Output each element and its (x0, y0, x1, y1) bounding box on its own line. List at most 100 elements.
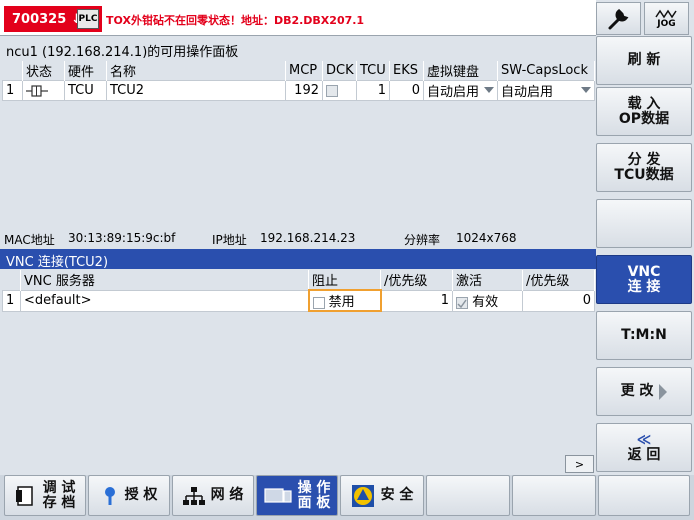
chevron-down-icon (484, 87, 494, 93)
empty-softkey-h7[interactable] (512, 475, 596, 516)
table-row[interactable]: 1 TCU TCU2 192 1 0 自动启用 自动启用 (2, 80, 595, 101)
debug-label-2: 存 档 (42, 494, 76, 511)
vnc-priority-1[interactable]: 1 (380, 289, 453, 312)
vnc-table-header: VNC 服务器 阻止 /优先级 激活 /优先级 (2, 270, 595, 290)
plc-badge: PLC (77, 9, 99, 29)
sw-capslock-dropdown[interactable]: 自动启用 (497, 80, 595, 101)
operator-panel-button[interactable]: 操 作面 板 (256, 475, 338, 516)
block-label: 禁用 (328, 295, 355, 310)
resolution-label: 分辨率 (404, 233, 441, 247)
vnc-priority-2[interactable]: 0 (522, 289, 595, 312)
scroll-right-button[interactable]: > (565, 455, 594, 473)
virtual-keyboard-value: 自动启用 (427, 85, 480, 100)
auth-label: 授 权 (124, 487, 158, 503)
safety-icon (351, 484, 375, 508)
authorization-button[interactable]: 授 权 (88, 475, 170, 516)
vnc-table: VNC 服务器 阻止 /优先级 激活 /优先级 1 <default> 禁用 1… (2, 270, 595, 312)
jog-wave-icon (654, 9, 677, 18)
change-button[interactable]: 更 改 (596, 367, 692, 416)
vertical-softkey-bar: JOG 刷 新 载 入 OP数据 分 发 TCU数据 VNC 连 接 T:M:N 更 … (596, 0, 694, 520)
panel-title: ncu1 (192.168.214.1)的可用操作面板 (0, 37, 596, 60)
table-row[interactable]: 1 <default> 禁用 1 有效 0 (2, 289, 595, 312)
col-header-status: 状态 (22, 61, 65, 81)
dist-label-1: 分 发 (627, 151, 661, 168)
active-checkbox[interactable] (456, 296, 468, 309)
network-label: 网 络 (210, 487, 244, 503)
vnc-connection-button[interactable]: VNC 连 接 (596, 255, 692, 304)
col-header-eks: EKS (389, 61, 424, 81)
refresh-button[interactable]: 刷 新 (596, 36, 692, 85)
ip-value: 192.168.214.23 (260, 231, 356, 245)
tcu-table: 状态 硬件 名称 MCP DCK TCU EKS 虚拟键盘 SW-CapsLoc… (2, 61, 595, 101)
col-header-virtual-keyboard: 虚拟键盘 (423, 61, 498, 81)
safety-label: 安 全 (380, 487, 414, 503)
col-header-hardware: 硬件 (64, 61, 107, 81)
debug-label: 调 试存 档 (42, 480, 76, 511)
main-area: 700325 ↓ PLC TOX外钳砧不在回零状态！地址：DB2.DBX207.… (0, 0, 596, 475)
panel-icon (263, 487, 292, 505)
vnc-active-cell[interactable]: 有效 (452, 289, 523, 312)
sw-capslock-value: 自动启用 (501, 85, 554, 100)
vnc-col-priority-2: /优先级 (522, 270, 595, 290)
network-icon (182, 486, 205, 506)
alarm-message[interactable]: TOX外钳砧不在回零状态！地址：DB2.DBX207.1 (106, 12, 364, 28)
tcu-connection-icon (26, 84, 48, 97)
row-dck[interactable] (322, 80, 357, 101)
tcu-table-header: 状态 硬件 名称 MCP DCK TCU EKS 虚拟键盘 SW-CapsLoc… (2, 61, 595, 81)
empty-softkey-h8[interactable] (598, 475, 690, 516)
wrench-button[interactable] (596, 2, 641, 35)
jog-button[interactable]: JOG (644, 2, 689, 35)
active-label: 有效 (472, 295, 499, 310)
vnc-server[interactable]: <default> (20, 289, 309, 312)
col-header-mcp: MCP (285, 61, 323, 81)
tmn-button[interactable]: T:M:N (596, 311, 692, 360)
block-checkbox[interactable] (312, 296, 325, 309)
empty-softkey-h6[interactable] (426, 475, 510, 516)
vnc-col-block: 阻止 (308, 270, 381, 290)
load-op-data-button[interactable]: 载 入 OP数据 (596, 87, 692, 136)
tcu-info-line: MAC地址 30:13:89:15:9c:bf IP地址 192.168.214… (4, 230, 594, 248)
row-hardware: TCU (64, 80, 107, 101)
debug-archive-button[interactable]: 调 试存 档 (4, 475, 86, 516)
col-header-tcu: TCU (356, 61, 390, 81)
ip-label: IP地址 (212, 233, 247, 247)
jog-label: JOG (657, 18, 676, 29)
empty-softkey-4[interactable] (596, 199, 692, 248)
row-eks[interactable]: 0 (389, 80, 424, 101)
dist-label-2: TCU数据 (614, 166, 674, 183)
top-icon-row: JOG (596, 0, 692, 36)
safety-button[interactable]: 安 全 (340, 475, 424, 516)
key-icon (101, 485, 119, 507)
col-header-dck: DCK (322, 61, 357, 81)
back-button[interactable]: ≪ 返 回 (596, 423, 692, 472)
op-label-2: 面 板 (297, 494, 331, 511)
vnc-row-index: 1 (2, 289, 21, 312)
horizontal-softkey-bar: 调 试存 档 授 权 网 络 操 作面 板 安 全 (0, 475, 694, 520)
row-index: 1 (2, 80, 23, 101)
refresh-label: 刷 新 (627, 52, 661, 68)
dck-checkbox[interactable] (326, 84, 338, 97)
alarm-bar: 700325 ↓ PLC TOX外钳砧不在回零状态！地址：DB2.DBX207.… (0, 0, 596, 36)
load-label-2: OP数据 (618, 110, 670, 127)
row-name[interactable]: TCU2 (106, 80, 286, 101)
hmi-screen: 700325 ↓ PLC TOX外钳砧不在回零状态！地址：DB2.DBX207.… (0, 0, 694, 520)
vnc-label-2: 连 接 (627, 278, 661, 295)
virtual-keyboard-dropdown[interactable]: 自动启用 (423, 80, 498, 101)
alarm-number: 700325 (12, 11, 67, 27)
col-header-sw-capslock: SW-CapsLock (497, 61, 595, 81)
network-button[interactable]: 网 络 (172, 475, 254, 516)
document-icon (15, 485, 37, 507)
vnc-label-1: VNC (627, 263, 661, 280)
resolution-value: 1024x768 (456, 231, 517, 245)
vnc-col-index (2, 270, 21, 290)
distribute-tcu-data-button[interactable]: 分 发 TCU数据 (596, 143, 692, 192)
vnc-col-active: 激活 (452, 270, 523, 290)
change-label: 更 改 (620, 383, 654, 399)
load-label-1: 载 入 (627, 95, 661, 112)
row-tcu[interactable]: 1 (356, 80, 390, 101)
chevron-down-icon (581, 87, 591, 93)
row-mcp[interactable]: 192 (285, 80, 323, 101)
op-label-1: 操 作 (297, 479, 331, 496)
vnc-block-cell[interactable]: 禁用 (307, 289, 382, 312)
vnc-col-server: VNC 服务器 (20, 270, 309, 290)
